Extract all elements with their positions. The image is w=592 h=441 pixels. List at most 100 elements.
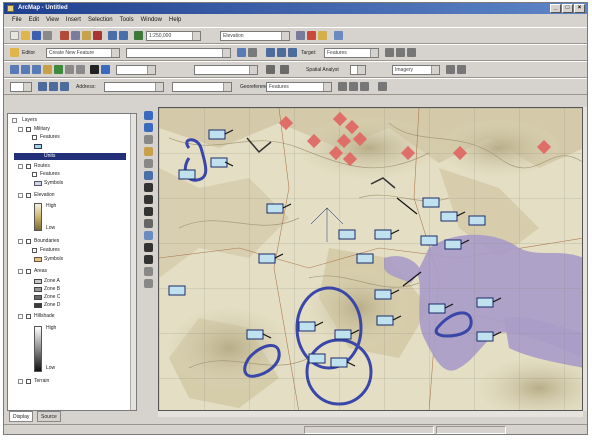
toc-item-military[interactable]: Military <box>34 126 50 133</box>
map-view[interactable] <box>158 107 583 411</box>
scale-combo-2[interactable]: Elevation <box>220 31 290 41</box>
rectify-icon[interactable] <box>360 82 369 91</box>
forward-extent-icon[interactable] <box>76 65 85 74</box>
minimize-button[interactable]: _ <box>550 4 561 13</box>
full-extent-icon[interactable] <box>54 65 63 74</box>
layer-checkbox[interactable] <box>26 127 31 132</box>
zoom-in-icon[interactable] <box>10 65 19 74</box>
hyperlink-icon[interactable] <box>280 65 289 74</box>
attributes-icon[interactable] <box>385 48 394 57</box>
edit-tool-icon[interactable] <box>248 48 257 57</box>
toc-scrollbar[interactable] <box>130 114 136 410</box>
select-tool-icon[interactable] <box>144 111 153 120</box>
record-icon[interactable] <box>60 82 69 91</box>
copy-icon[interactable] <box>71 31 80 40</box>
toc-item-features-3[interactable]: Features <box>40 247 60 254</box>
layer-checkbox[interactable] <box>26 269 31 274</box>
navigate-icon[interactable] <box>266 48 275 57</box>
pan-hand-icon[interactable] <box>43 65 52 74</box>
graphics-tool-icon[interactable] <box>144 267 153 276</box>
view-combo[interactable] <box>10 82 32 92</box>
update-icon[interactable] <box>378 82 387 91</box>
tab-display[interactable]: Display <box>9 411 34 422</box>
rotate-tool-icon[interactable] <box>144 255 153 264</box>
save-icon[interactable] <box>32 31 41 40</box>
sketch-tool-icon[interactable] <box>237 48 246 57</box>
locator-combo[interactable] <box>172 82 232 92</box>
scale-combo[interactable]: 1:250,000 <box>146 31 201 41</box>
zoom-out-icon[interactable] <box>21 65 30 74</box>
link-icon[interactable] <box>338 82 347 91</box>
spatial-analyst-label[interactable]: Spatial Analyst <box>306 66 339 74</box>
measure-icon[interactable] <box>266 65 275 74</box>
spatial-layer-combo[interactable] <box>350 65 366 75</box>
polygon-tool-icon[interactable] <box>144 231 153 240</box>
identify-tool-icon[interactable] <box>144 147 153 156</box>
menu-file[interactable]: File <box>12 15 22 26</box>
identify-icon[interactable] <box>101 65 110 74</box>
menu-window[interactable]: Window <box>141 15 162 26</box>
layer-combo[interactable] <box>194 65 258 75</box>
geocode-combo[interactable] <box>116 65 156 75</box>
expand-toggle[interactable] <box>18 193 23 198</box>
measure-tool-icon[interactable] <box>144 159 153 168</box>
editor-icon[interactable] <box>10 48 19 57</box>
add-data-icon[interactable] <box>134 31 143 40</box>
print-icon[interactable] <box>43 31 52 40</box>
command-line-icon[interactable] <box>318 31 327 40</box>
map-vertical-scrollbar[interactable] <box>583 107 587 411</box>
toc-item-elevation[interactable]: Elevation <box>34 192 55 199</box>
undo-icon[interactable] <box>108 31 117 40</box>
map-canvas[interactable] <box>159 108 583 411</box>
layer-checkbox[interactable] <box>32 135 37 140</box>
layer-checkbox[interactable] <box>26 193 31 198</box>
layer-checkbox[interactable] <box>26 239 31 244</box>
menu-insert[interactable]: Insert <box>66 15 81 26</box>
redo-icon[interactable] <box>119 31 128 40</box>
hyperlink-tool-icon[interactable] <box>144 171 153 180</box>
toc-item-terrain[interactable]: Terrain <box>34 378 49 385</box>
fixed-zoom-icon[interactable] <box>32 65 41 74</box>
layer-checkbox[interactable] <box>26 314 31 319</box>
menu-tools[interactable]: Tools <box>120 15 134 26</box>
task-combo-2[interactable] <box>126 48 231 58</box>
circle-tool-icon[interactable] <box>144 207 153 216</box>
toc-item-selected[interactable]: Units <box>14 153 126 160</box>
expand-toggle[interactable] <box>18 314 23 319</box>
map-horizontal-scrollbar[interactable] <box>158 411 583 417</box>
expand-toggle[interactable] <box>18 239 23 244</box>
marker-tool-icon[interactable] <box>144 243 153 252</box>
menu-selection[interactable]: Selection <box>88 15 113 26</box>
expand-toggle[interactable] <box>18 269 23 274</box>
expand-toggle[interactable] <box>18 164 23 169</box>
layer-checkbox[interactable] <box>32 248 37 253</box>
select-elements-icon[interactable] <box>90 65 99 74</box>
delete-icon[interactable] <box>93 31 102 40</box>
back-extent-icon[interactable] <box>65 65 74 74</box>
georef-combo[interactable]: Features <box>266 82 332 92</box>
georef-rotate-icon[interactable] <box>457 65 466 74</box>
task-combo[interactable]: Create New Feature <box>46 48 120 58</box>
toc-item-routes[interactable]: Routes <box>34 163 50 170</box>
open-icon[interactable] <box>21 31 30 40</box>
toc-item-areas[interactable]: Areas <box>34 268 47 275</box>
expand-toggle[interactable] <box>12 118 17 123</box>
close-button[interactable]: × <box>574 4 585 13</box>
step-icon[interactable] <box>49 82 58 91</box>
sketch-props-icon[interactable] <box>396 48 405 57</box>
cut-icon[interactable] <box>60 31 69 40</box>
toc-item-hillshade[interactable]: Hillshade <box>34 313 55 320</box>
menu-view[interactable]: View <box>46 15 59 26</box>
view-links-icon[interactable] <box>349 82 358 91</box>
help-icon[interactable] <box>334 31 343 40</box>
paste-icon[interactable] <box>82 31 91 40</box>
georef-fit-icon[interactable] <box>446 65 455 74</box>
new-icon[interactable] <box>10 31 19 40</box>
frame-tool-icon[interactable] <box>144 279 153 288</box>
menu-help[interactable]: Help <box>169 15 181 26</box>
toc-item-boundaries[interactable]: Boundaries <box>34 238 59 245</box>
expand-toggle[interactable] <box>18 379 23 384</box>
toc-item-features-2[interactable]: Features <box>40 171 60 178</box>
zoom-tool-icon[interactable] <box>144 123 153 132</box>
arrow-tool-icon[interactable] <box>144 183 153 192</box>
